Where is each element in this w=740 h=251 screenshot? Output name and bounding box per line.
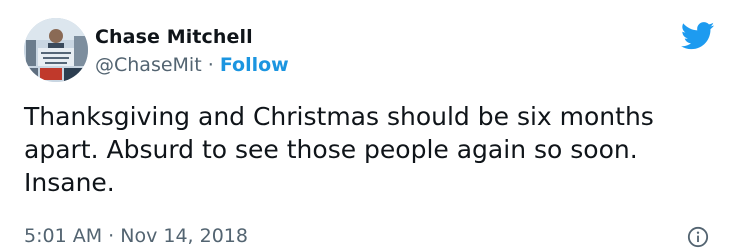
tweet-card: Chase Mitchell @ChaseMit · Follow Thanks… bbox=[0, 0, 740, 251]
author-handle[interactable]: @ChaseMit bbox=[95, 54, 202, 76]
twitter-bird-icon[interactable] bbox=[681, 22, 715, 50]
author-handle-row: @ChaseMit · Follow bbox=[95, 54, 289, 76]
timestamp-separator: · bbox=[108, 225, 115, 247]
author-name[interactable]: Chase Mitchell bbox=[95, 26, 253, 48]
follow-button[interactable]: Follow bbox=[220, 54, 289, 76]
tweet-timestamp[interactable]: 5:01 AM · Nov 14, 2018 bbox=[24, 225, 248, 247]
avatar-image bbox=[24, 18, 88, 82]
info-icon[interactable] bbox=[687, 226, 709, 248]
tweet-text: Thanksgiving and Christmas should be six… bbox=[24, 102, 654, 197]
tweet-time: 5:01 AM bbox=[24, 225, 103, 247]
tweet-date: Nov 14, 2018 bbox=[120, 225, 248, 247]
avatar[interactable] bbox=[24, 18, 88, 82]
handle-separator: · bbox=[207, 54, 214, 76]
